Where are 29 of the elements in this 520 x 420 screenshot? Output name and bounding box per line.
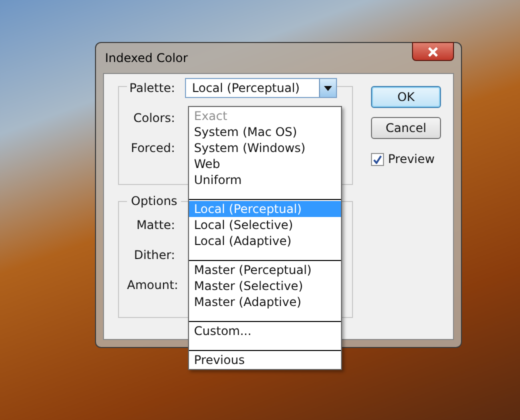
dropdown-option[interactable]: Master (Perceptual) xyxy=(189,262,341,278)
preview-checkbox[interactable] xyxy=(371,152,384,166)
close-icon xyxy=(427,46,439,56)
dropdown-option[interactable]: Master (Adaptive) xyxy=(189,294,341,310)
field-label: Colors: xyxy=(132,111,175,125)
dropdown-option[interactable]: Local (Adaptive) xyxy=(189,233,341,249)
checkbox-label: Preview xyxy=(388,152,435,166)
field-label: Matte: xyxy=(135,218,175,232)
close-button[interactable] xyxy=(412,42,454,61)
palette-select[interactable]: Local (Perceptual) xyxy=(185,78,337,98)
dropdown-option[interactable]: System (Mac OS) xyxy=(189,124,341,140)
dropdown-option[interactable]: System (Windows) xyxy=(189,140,341,156)
dropdown-option[interactable]: Previous xyxy=(189,352,341,368)
dropdown-option[interactable]: Web xyxy=(189,156,341,172)
dropdown-option[interactable]: Master (Selective) xyxy=(189,278,341,294)
dropdown-option: Exact xyxy=(189,108,341,124)
window-title: Indexed Color xyxy=(104,51,188,65)
dropdown-option[interactable]: Uniform xyxy=(189,172,341,188)
dropdown-option[interactable]: Custom... xyxy=(189,323,341,339)
field-label: Dither: xyxy=(132,248,175,262)
dropdown-arrow-button[interactable] xyxy=(319,79,336,97)
field-label: Palette: xyxy=(128,81,175,95)
caret-icon xyxy=(324,86,332,90)
dialog-button[interactable]: Cancel xyxy=(371,117,441,139)
dialog-button[interactable]: OK xyxy=(371,86,441,108)
field-label: Forced: xyxy=(130,141,175,155)
dropdown-option[interactable]: Local (Selective) xyxy=(189,217,341,233)
group-title: Options xyxy=(127,194,182,208)
field-label: Amount: xyxy=(127,278,175,292)
